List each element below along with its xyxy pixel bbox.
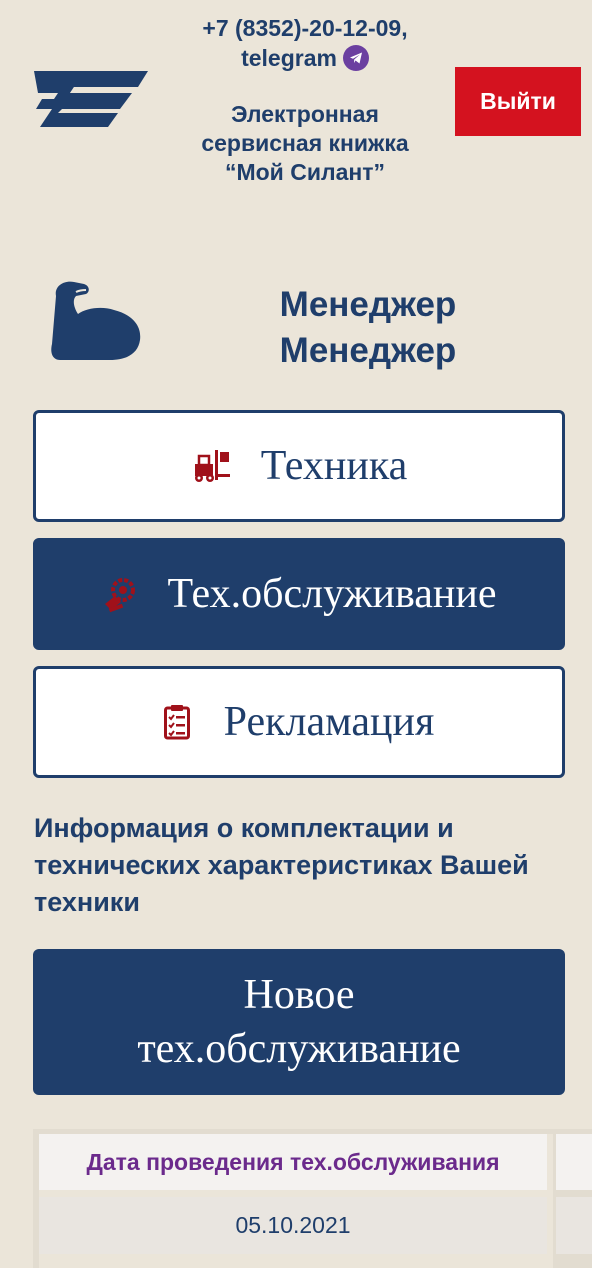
new-maintenance-button[interactable]: Новое тех.обслуживание [33, 949, 565, 1095]
user-name-line1: Менеджер [279, 285, 457, 324]
gear-service-icon [101, 574, 141, 614]
table-next-header-cell[interactable] [556, 1134, 592, 1190]
logout-button[interactable]: Выйти [455, 67, 581, 136]
new-maintenance-label-line2[interactable]: тех.обслуживание [137, 1022, 460, 1076]
app-title-line1: Электронная [231, 101, 379, 127]
app-title: Электронная сервисная книжка “Мой Силант… [150, 100, 460, 187]
nav-claims-label[interactable]: Рекламация [224, 698, 435, 746]
user-name: Менеджер Менеджер [200, 282, 536, 374]
machine-info-text: Информация о комплектации и технических … [34, 813, 529, 917]
telegram-link[interactable]: telegram [150, 44, 460, 72]
telegram-icon[interactable] [342, 45, 369, 71]
table-cell-maintenance-date[interactable]: 05.10.2021 [39, 1197, 547, 1254]
telegram-label[interactable]: telegram [241, 44, 337, 72]
user-name-line2: Менеджер [279, 331, 457, 370]
flexed-arm-icon [51, 281, 141, 360]
clipboard-checklist-icon [163, 704, 190, 740]
phone-number[interactable]: +7 (8352)-20-12-09, [150, 14, 460, 42]
silant-logo-icon[interactable] [34, 69, 148, 127]
nav-machines-label[interactable]: Техника [261, 442, 408, 490]
forklift-icon [191, 448, 233, 484]
table-header-maintenance-date[interactable]: Дата проведения тех.обслуживания [39, 1134, 547, 1190]
nav-maintenance-label[interactable]: Тех.обслуживание [167, 570, 496, 618]
app-title-line3: “Мой Силант” [224, 159, 386, 185]
app-title-line2: сервисная книжка [201, 130, 409, 156]
nav-maintenance-button[interactable]: Тех.обслуживание [33, 538, 565, 650]
table-next-data-cell [556, 1197, 592, 1254]
nav-machines-button[interactable]: Техника [33, 410, 565, 522]
nav-claims-button[interactable]: Рекламация [33, 666, 565, 778]
new-maintenance-label-line1[interactable]: Новое [137, 968, 460, 1022]
